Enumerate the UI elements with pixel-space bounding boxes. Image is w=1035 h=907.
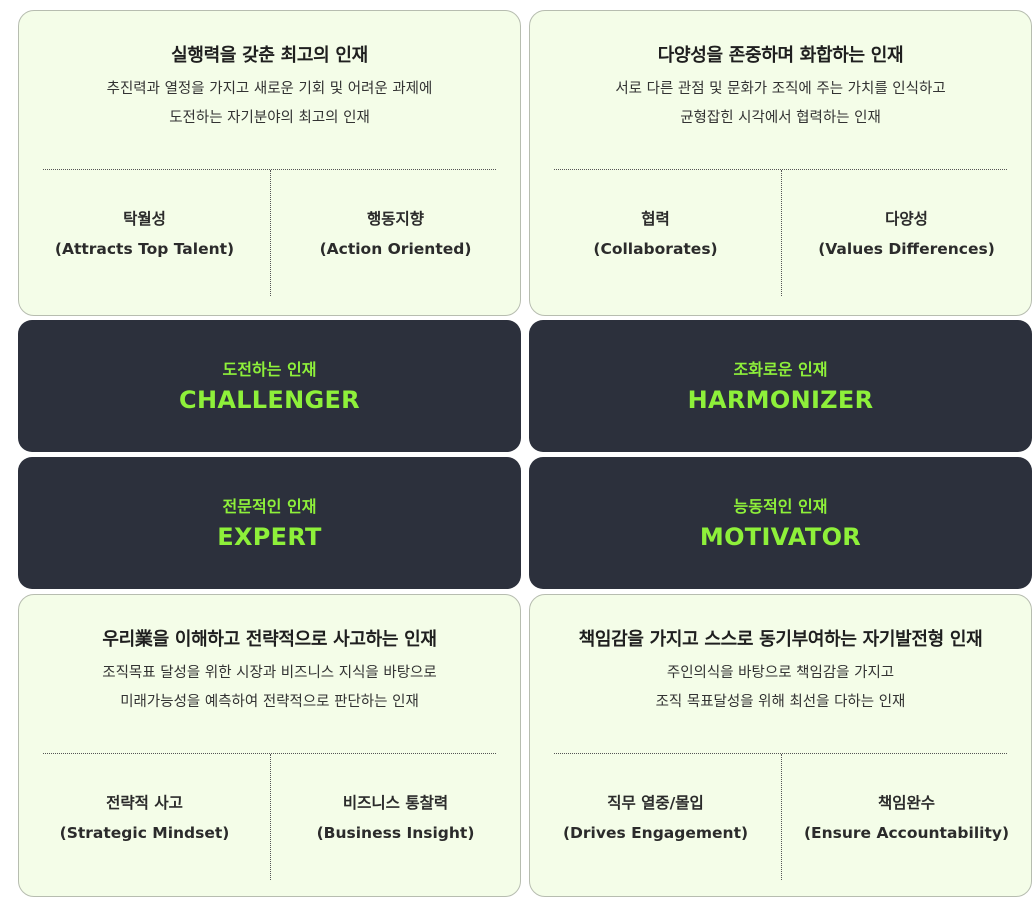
challenger-band: 도전하는 인재 CHALLENGER (18, 320, 521, 452)
band-label-ko: 조화로운 인재 (733, 360, 828, 379)
band-label-ko: 도전하는 인재 (222, 360, 317, 379)
card-title: 책임감을 가지고 스스로 동기부여하는 자기발전형 인재 (578, 629, 983, 650)
band-label-en: MOTIVATOR (699, 523, 862, 551)
competency-name-ko: 행동지향 (366, 210, 425, 228)
competency-values-differences: 다양성 (Values Differences) (781, 204, 1032, 264)
motivator-detail-card: 책임감을 가지고 스스로 동기부여하는 자기발전형 인재 주인의식을 바탕으로 … (529, 594, 1032, 897)
card-description-line: 조직 목표달성을 위해 최선을 다하는 인재 (655, 694, 906, 710)
card-description: 추진력과 열정을 가지고 새로운 기회 및 어려운 과제에 도전하는 자기분야의… (19, 75, 520, 133)
expert-detail-card: 우리業을 이해하고 전략적으로 사고하는 인재 조직목표 달성을 위한 시장과 … (18, 594, 521, 897)
competency-name-en: (Drives Engagement) (562, 824, 749, 842)
card-description-line: 추진력과 열정을 가지고 새로운 기회 및 어려운 과제에 (106, 81, 433, 97)
card-description: 주인의식을 바탕으로 책임감을 가지고 조직 목표달성을 위해 최선을 다하는 … (530, 659, 1031, 717)
card-description-line: 미래가능성을 예측하여 전략적으로 판단하는 인재 (120, 694, 419, 710)
competency-name-en: (Collaborates) (593, 240, 718, 258)
band-label-ko: 전문적인 인재 (222, 497, 317, 516)
competency-name-ko: 전략적 사고 (106, 794, 183, 812)
competency-attracts-top-talent: 탁월성 (Attracts Top Talent) (19, 204, 270, 264)
challenger-detail-card: 실행력을 갖춘 최고의 인재 추진력과 열정을 가지고 새로운 기회 및 어려운… (18, 10, 521, 316)
competency-name-en: (Action Oriented) (319, 240, 472, 258)
competency-strategic-mindset: 전략적 사고 (Strategic Mindset) (19, 788, 270, 848)
competency-ensure-accountability: 책임완수 (Ensure Accountability) (781, 788, 1032, 848)
card-description-line: 조직목표 달성을 위한 시장과 비즈니스 지식을 바탕으로 (102, 665, 437, 681)
harmonizer-detail-card: 다양성을 존중하며 화합하는 인재 서로 다른 관점 및 문화가 조직에 주는 … (529, 10, 1032, 316)
competency-name-en: (Strategic Mindset) (59, 824, 230, 842)
competency-collaborates: 협력 (Collaborates) (530, 204, 781, 264)
competency-name-ko: 다양성 (885, 210, 928, 228)
band-label-en: CHALLENGER (179, 386, 360, 414)
card-title: 실행력을 갖춘 최고의 인재 (171, 45, 368, 66)
harmonizer-band: 조화로운 인재 HARMONIZER (529, 320, 1032, 452)
competency-name-en: (Values Differences) (818, 240, 995, 258)
competency-name-en: (Ensure Accountability) (803, 824, 1010, 842)
competency-name-ko: 책임완수 (877, 794, 936, 812)
card-description-line: 서로 다른 관점 및 문화가 조직에 주는 가치를 인식하고 (615, 81, 946, 97)
competency-name-en: (Business Insight) (316, 824, 475, 842)
card-description: 조직목표 달성을 위한 시장과 비즈니스 지식을 바탕으로 미래가능성을 예측하… (19, 659, 520, 717)
competency-name-en: (Attracts Top Talent) (54, 240, 235, 258)
card-description-line: 균형잡힌 시각에서 협력하는 인재 (680, 110, 881, 126)
band-label-en: EXPERT (217, 523, 322, 551)
card-description: 서로 다른 관점 및 문화가 조직에 주는 가치를 인식하고 균형잡힌 시각에서… (530, 75, 1031, 133)
motivator-band: 능동적인 인재 MOTIVATOR (529, 457, 1032, 589)
competency-business-insight: 비즈니스 통찰력 (Business Insight) (270, 788, 521, 848)
band-label-ko: 능동적인 인재 (733, 497, 828, 516)
competency-name-ko: 직무 열중/몰입 (607, 794, 704, 812)
card-title: 우리業을 이해하고 전략적으로 사고하는 인재 (102, 629, 437, 650)
expert-band: 전문적인 인재 EXPERT (18, 457, 521, 589)
band-label-en: HARMONIZER (687, 386, 874, 414)
card-description-line: 주인의식을 바탕으로 책임감을 가지고 (666, 665, 895, 681)
card-title: 다양성을 존중하며 화합하는 인재 (657, 45, 904, 66)
competency-name-ko: 협력 (641, 210, 670, 228)
competency-name-ko: 탁월성 (123, 210, 166, 228)
competency-name-ko: 비즈니스 통찰력 (342, 794, 449, 812)
competency-action-oriented: 행동지향 (Action Oriented) (270, 204, 521, 264)
competency-drives-engagement: 직무 열중/몰입 (Drives Engagement) (530, 788, 781, 848)
card-description-line: 도전하는 자기분야의 최고의 인재 (169, 110, 370, 126)
